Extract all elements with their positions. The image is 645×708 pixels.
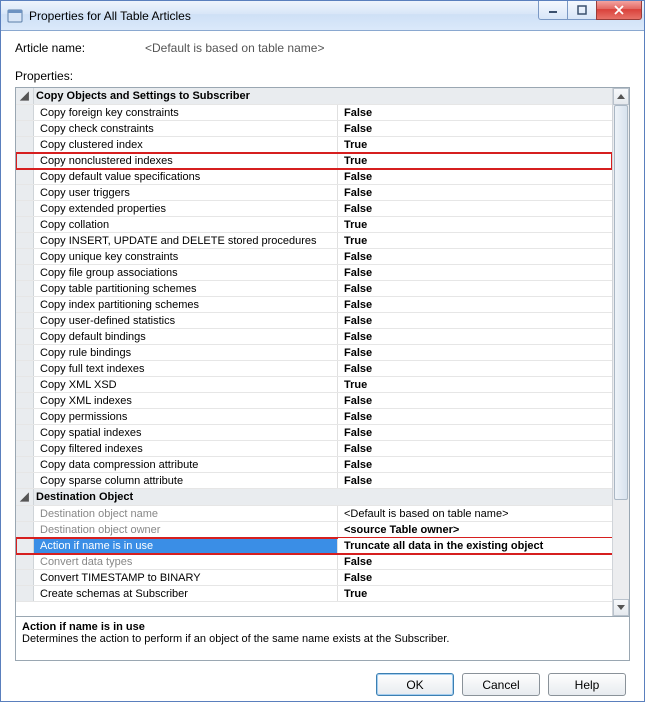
- prop-row-convert-data-types[interactable]: Convert data typesFalse: [16, 554, 612, 570]
- description-title: Action if name is in use: [22, 621, 623, 633]
- window-title: Properties for All Table Articles: [29, 9, 191, 23]
- scroll-track[interactable]: [613, 105, 629, 599]
- prop-row-convert-timestamp-binary[interactable]: Convert TIMESTAMP to BINARYFalse: [16, 570, 612, 586]
- prop-row-copy-default-value-specs[interactable]: Copy default value specificationsFalse: [16, 169, 612, 185]
- prop-row-copy-index-partitioning[interactable]: Copy index partitioning schemesFalse: [16, 297, 612, 313]
- vertical-scrollbar[interactable]: [612, 88, 629, 616]
- prop-row-create-schemas[interactable]: Create schemas at SubscriberTrue: [16, 586, 612, 602]
- titlebar[interactable]: Properties for All Table Articles: [1, 1, 644, 31]
- prop-row-copy-permissions[interactable]: Copy permissionsFalse: [16, 409, 612, 425]
- prop-row-copy-fulltext-indexes[interactable]: Copy full text indexesFalse: [16, 361, 612, 377]
- minimize-button[interactable]: [538, 1, 568, 20]
- category-copy-objects[interactable]: ◢ Copy Objects and Settings to Subscribe…: [16, 88, 612, 105]
- prop-row-copy-unique-key[interactable]: Copy unique key constraintsFalse: [16, 249, 612, 265]
- prop-row-copy-xml-indexes[interactable]: Copy XML indexesFalse: [16, 393, 612, 409]
- prop-row-copy-nonclustered-indexes[interactable]: Copy nonclustered indexesTrue: [16, 153, 612, 169]
- prop-row-copy-foreign-key[interactable]: Copy foreign key constraintsFalse: [16, 105, 612, 121]
- description-panel: Action if name is in use Determines the …: [15, 617, 630, 661]
- prop-row-copy-user-stats[interactable]: Copy user-defined statisticsFalse: [16, 313, 612, 329]
- prop-row-copy-collation[interactable]: Copy collationTrue: [16, 217, 612, 233]
- prop-row-copy-sparse-column[interactable]: Copy sparse column attributeFalse: [16, 473, 612, 489]
- prop-row-copy-clustered-index[interactable]: Copy clustered indexTrue: [16, 137, 612, 153]
- ok-button[interactable]: OK: [376, 673, 454, 696]
- prop-row-copy-user-triggers[interactable]: Copy user triggersFalse: [16, 185, 612, 201]
- prop-row-copy-rule-bindings[interactable]: Copy rule bindingsFalse: [16, 345, 612, 361]
- category-destination-object[interactable]: ◢ Destination Object: [16, 489, 612, 506]
- scroll-down-button[interactable]: [613, 599, 629, 616]
- prop-row-copy-extended-properties[interactable]: Copy extended propertiesFalse: [16, 201, 612, 217]
- close-button[interactable]: [596, 1, 642, 20]
- article-name-value: <Default is based on table name>: [145, 41, 324, 55]
- properties-label: Properties:: [15, 69, 630, 83]
- prop-row-copy-xml-xsd[interactable]: Copy XML XSDTrue: [16, 377, 612, 393]
- prop-row-copy-default-bindings[interactable]: Copy default bindingsFalse: [16, 329, 612, 345]
- prop-row-copy-check[interactable]: Copy check constraintsFalse: [16, 121, 612, 137]
- scroll-up-button[interactable]: [613, 88, 629, 105]
- expand-icon[interactable]: ◢: [16, 88, 34, 104]
- scroll-thumb[interactable]: [614, 105, 628, 500]
- prop-row-action-if-name-in-use[interactable]: Action if name is in use Truncate all da…: [16, 538, 612, 554]
- article-name-label: Article name:: [15, 41, 145, 55]
- app-icon: [7, 8, 23, 24]
- prop-row-copy-iud-sprocs[interactable]: Copy INSERT, UPDATE and DELETE stored pr…: [16, 233, 612, 249]
- prop-row-dest-object-owner[interactable]: Destination object owner<source Table ow…: [16, 522, 612, 538]
- prop-row-copy-data-compression[interactable]: Copy data compression attributeFalse: [16, 457, 612, 473]
- prop-row-copy-spatial-indexes[interactable]: Copy spatial indexesFalse: [16, 425, 612, 441]
- property-grid[interactable]: ◢ Copy Objects and Settings to Subscribe…: [15, 87, 630, 617]
- prop-row-copy-table-partitioning[interactable]: Copy table partitioning schemesFalse: [16, 281, 612, 297]
- maximize-button[interactable]: [567, 1, 597, 20]
- description-text: Determines the action to perform if an o…: [22, 633, 623, 645]
- help-button[interactable]: Help: [548, 673, 626, 696]
- expand-icon[interactable]: ◢: [16, 489, 34, 505]
- prop-row-copy-filtered-indexes[interactable]: Copy filtered indexesFalse: [16, 441, 612, 457]
- prop-row-dest-object-name[interactable]: Destination object name<Default is based…: [16, 506, 612, 522]
- cancel-button[interactable]: Cancel: [462, 673, 540, 696]
- prop-row-copy-file-group[interactable]: Copy file group associationsFalse: [16, 265, 612, 281]
